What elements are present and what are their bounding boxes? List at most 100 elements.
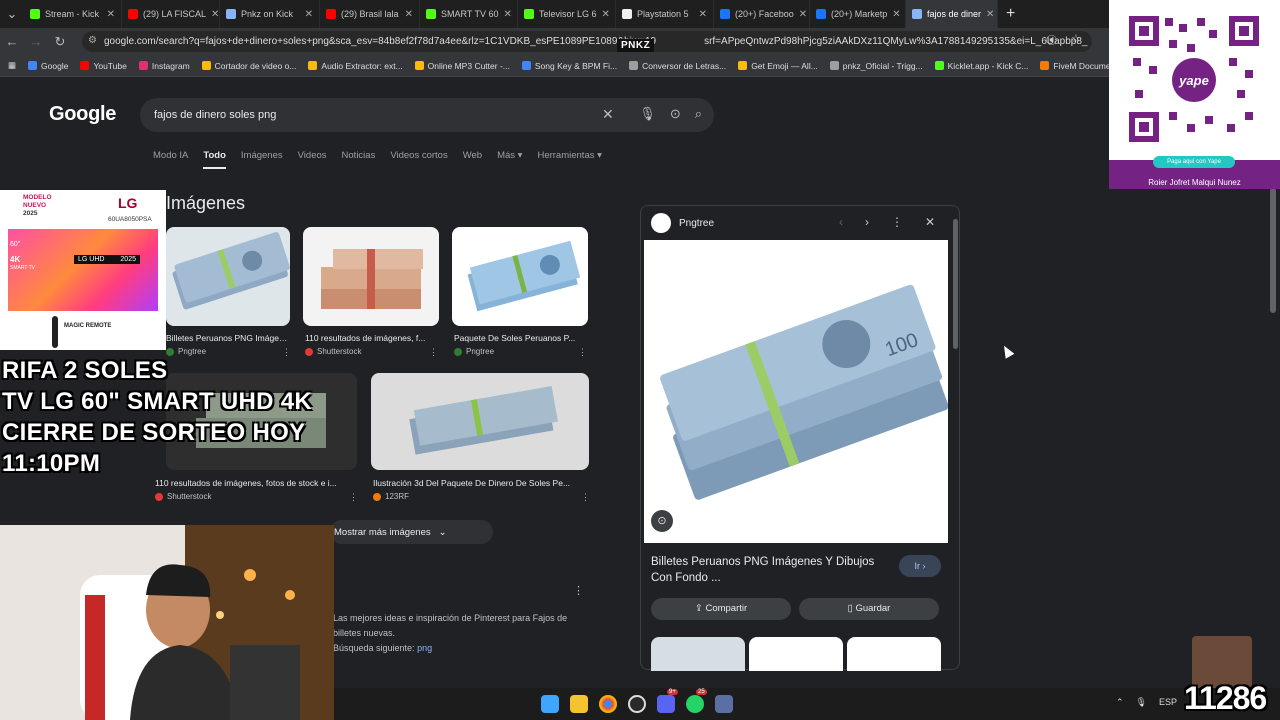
result-caption[interactable]: Paquete De Soles Peruanos P...: [454, 333, 584, 343]
search-icon[interactable]: ⌕: [695, 106, 702, 122]
filter-tab[interactable]: Modo IA: [153, 150, 188, 169]
search-box[interactable]: fajos de dinero soles png ✕ 🎙 ⊙ ⌕: [140, 98, 714, 132]
result-caption[interactable]: 110 resultados de imágenes, fotos de sto…: [155, 478, 355, 488]
result-source[interactable]: 123RF: [373, 492, 409, 501]
bookmark-item[interactable]: pnkz_Oficial - Trigg...: [829, 61, 923, 71]
tab-close-icon[interactable]: ✕: [405, 9, 413, 20]
search-input[interactable]: fajos de dinero soles png: [154, 109, 276, 121]
result-caption[interactable]: 110 resultados de imágenes, f...: [305, 333, 435, 343]
tray-mic-icon[interactable]: 🎙: [1136, 697, 1147, 708]
tab-close-icon[interactable]: ✕: [107, 9, 115, 20]
tab-close-icon[interactable]: ✕: [892, 9, 900, 20]
result-thumb-1[interactable]: [166, 227, 290, 326]
location-icon[interactable]: ⦿: [1046, 32, 1057, 48]
lens-search-icon[interactable]: ⊙: [651, 510, 673, 532]
related-thumb-2[interactable]: [749, 637, 843, 671]
bookmark-item[interactable]: Google: [28, 61, 68, 71]
result-thumb-2[interactable]: [303, 227, 439, 326]
more-options-icon[interactable]: ⋮: [573, 584, 584, 597]
next-icon[interactable]: ›: [865, 215, 869, 229]
result-thumb-5[interactable]: [371, 373, 589, 470]
result-caption[interactable]: Ilustración 3d Del Paquete De Dinero De …: [373, 478, 587, 488]
bookmark-item[interactable]: Online MP3 Cutter -...: [414, 61, 510, 71]
url-field[interactable]: ⚙ google.com/search?q=fajos+de+dinero+so…: [82, 31, 1092, 52]
chrome-icon[interactable]: [599, 695, 617, 713]
clear-icon[interactable]: ✕: [602, 106, 614, 123]
filter-tab[interactable]: Imágenes: [241, 150, 283, 169]
lens-icon[interactable]: ⊙: [670, 106, 681, 122]
tab-close-icon[interactable]: ✕: [602, 9, 610, 20]
file-explorer-icon[interactable]: [570, 695, 588, 713]
google-logo[interactable]: Google: [49, 103, 116, 126]
filter-tab[interactable]: Más ▾: [497, 150, 522, 169]
result-thumb-3[interactable]: [452, 227, 588, 326]
close-icon[interactable]: ✕: [925, 215, 935, 229]
tab-2[interactable]: (29) LA FISCAL ✕: [122, 0, 220, 28]
obs-icon[interactable]: [628, 695, 646, 713]
more-images-button[interactable]: Mostrar más imágenes ⌄: [330, 520, 493, 544]
tab-close-icon[interactable]: ✕: [305, 9, 313, 20]
filter-tab[interactable]: Herramientas ▾: [537, 150, 601, 169]
tab-close-icon[interactable]: ✕: [211, 9, 219, 20]
tab-search-icon[interactable]: ⌄: [0, 6, 24, 22]
new-tab-button[interactable]: +: [998, 5, 1023, 23]
bookmark-item[interactable]: YouTube: [80, 61, 127, 71]
more-options-icon[interactable]: ⋮: [581, 492, 590, 503]
tab-7[interactable]: Playstation 5 ✕: [616, 0, 714, 28]
site-info-icon[interactable]: ⚙: [88, 35, 97, 46]
panel-title[interactable]: Billetes Peruanos PNG Imágenes Y Dibujos…: [651, 554, 891, 586]
bookmark-item[interactable]: Audio Extractor: ext...: [308, 61, 403, 71]
save-button[interactable]: ▯ Guardar: [799, 598, 939, 620]
go-button[interactable]: Ir ›: [899, 555, 941, 577]
discord-icon[interactable]: 9+: [657, 689, 678, 713]
forward-icon[interactable]: →: [24, 34, 48, 49]
filter-tab[interactable]: Videos cortos: [390, 150, 447, 169]
mic-icon[interactable]: 🎙: [639, 106, 656, 122]
filter-tab[interactable]: Web: [463, 150, 482, 169]
share-button[interactable]: ⇪ Compartir: [651, 598, 791, 620]
more-options-icon[interactable]: ⋮: [891, 215, 903, 229]
more-options-icon[interactable]: ⋮: [429, 347, 438, 358]
panel-scrollbar[interactable]: [953, 213, 959, 663]
bookmark-star-icon[interactable]: ☆: [1071, 32, 1081, 48]
tab-5[interactable]: SMART TV 60 ✕: [420, 0, 518, 28]
tab-9[interactable]: (20+) Marketp ✕: [810, 0, 906, 28]
apps-grid-icon[interactable]: ▦: [8, 60, 16, 71]
windows-start-icon[interactable]: [541, 695, 559, 713]
pinterest-link[interactable]: png: [417, 643, 432, 653]
preview-image[interactable]: 100: [644, 240, 948, 543]
result-caption[interactable]: Billetes Peruanos PNG Imágenes...: [166, 333, 288, 343]
tab-close-icon[interactable]: ✕: [699, 9, 707, 20]
page-scrollbar[interactable]: [1270, 188, 1276, 313]
bookmark-item[interactable]: Get Emoji — All...: [738, 61, 818, 71]
tab-10[interactable]: fajos de diner ✕: [906, 0, 998, 28]
tab-close-icon[interactable]: ✕: [504, 9, 512, 20]
bookmark-item[interactable]: Instagram: [138, 61, 190, 71]
result-source[interactable]: Shutterstock: [305, 347, 361, 356]
filter-tab[interactable]: Videos: [298, 150, 327, 169]
reload-icon[interactable]: ↻: [48, 34, 72, 50]
tab-4[interactable]: (29) Brasil lala ✕: [320, 0, 420, 28]
result-source[interactable]: Pngtree: [454, 347, 494, 356]
tab-close-icon[interactable]: ✕: [986, 9, 994, 20]
tray-chevron-icon[interactable]: ⌃: [1116, 697, 1124, 708]
prev-icon[interactable]: ‹: [839, 215, 843, 229]
result-source[interactable]: Shutterstock: [155, 492, 211, 501]
whatsapp-icon[interactable]: 25: [686, 689, 707, 713]
back-icon[interactable]: ←: [0, 34, 24, 49]
bookmark-item[interactable]: Conversor de Letras...: [629, 61, 726, 71]
tab-3[interactable]: Pnkz on Kick ✕: [220, 0, 320, 28]
more-options-icon[interactable]: ⋮: [349, 492, 358, 503]
tab-8[interactable]: (20+) Faceboo ✕: [714, 0, 810, 28]
filter-tab[interactable]: Todo: [203, 150, 226, 169]
tray-language[interactable]: ESP: [1159, 697, 1177, 708]
more-options-icon[interactable]: ⋮: [578, 347, 587, 358]
bookmark-item[interactable]: Cortador de video o...: [201, 61, 296, 71]
related-thumb-3[interactable]: [847, 637, 941, 671]
related-thumb-1[interactable]: [651, 637, 745, 671]
tab-1[interactable]: Stream - Kick ✕: [24, 0, 122, 28]
tab-close-icon[interactable]: ✕: [799, 9, 807, 20]
tab-6[interactable]: Televisor LG 6 ✕: [518, 0, 616, 28]
filter-tab[interactable]: Noticias: [342, 150, 376, 169]
calculator-icon[interactable]: [715, 695, 733, 713]
